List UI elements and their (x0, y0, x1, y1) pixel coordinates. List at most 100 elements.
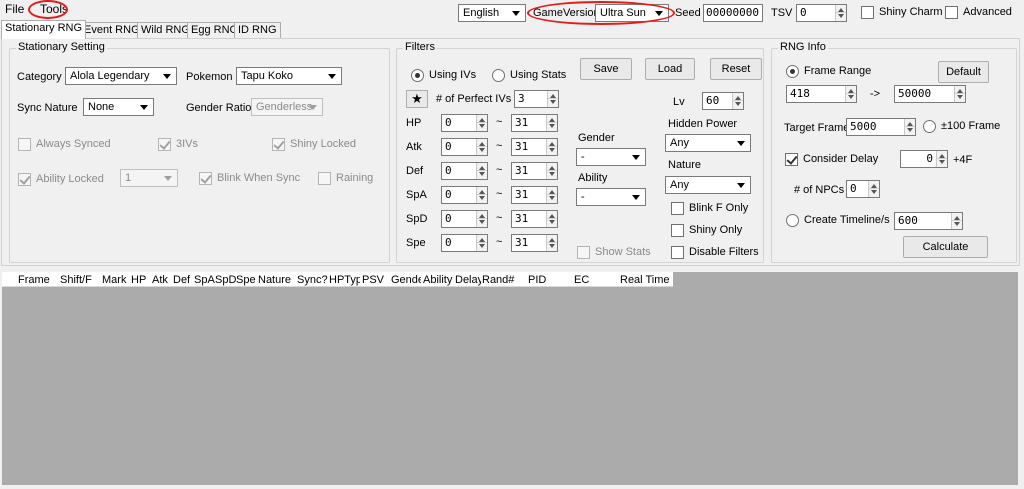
column-header[interactable]: PID (528, 274, 574, 286)
using-stats-radio[interactable]: Using Stats (492, 68, 566, 84)
checkbox-box[interactable] (785, 152, 798, 166)
spin-buttons[interactable] (954, 86, 965, 102)
range-start-stepper[interactable]: 418 (786, 85, 857, 103)
tab-stationary-rng[interactable]: Stationary RNG (1, 20, 87, 39)
lv-stepper[interactable]: 60 (702, 92, 744, 110)
seed-input[interactable]: 00000000 (703, 4, 763, 22)
radio-dot[interactable] (923, 119, 936, 133)
star-icon[interactable]: ★ (406, 90, 428, 108)
always-synced-checkbox[interactable]: Always Synced (18, 137, 111, 153)
frame-range-radio[interactable]: Frame Range (786, 64, 871, 80)
stat-max-stepper[interactable]: 31 (511, 186, 558, 204)
stat-max-stepper[interactable]: 31 (511, 234, 558, 252)
category-select[interactable]: Alola Legendary (65, 67, 177, 85)
spin-buttons[interactable] (476, 115, 487, 131)
column-header[interactable]: Frame (18, 274, 60, 286)
stat-max-stepper[interactable]: 31 (511, 162, 558, 180)
stat-min-stepper[interactable]: 0 (441, 138, 488, 156)
tab-id-rng[interactable]: ID RNG (234, 22, 281, 38)
column-header[interactable]: SpA (194, 274, 215, 286)
blink-f-only-checkbox[interactable]: Blink F Only (671, 201, 748, 217)
column-header[interactable]: Sync? (297, 274, 328, 286)
disable-filters-checkbox[interactable]: Disable Filters (671, 245, 759, 261)
checkbox-box[interactable] (577, 245, 590, 259)
checkbox-box[interactable] (18, 137, 31, 151)
column-header[interactable]: Atk (152, 274, 173, 286)
tsv-stepper[interactable]: 0 (796, 4, 847, 22)
perfect-ivs-stepper[interactable]: 3 (514, 90, 559, 108)
spin-buttons[interactable] (546, 163, 557, 179)
stat-min-stepper[interactable]: 0 (441, 234, 488, 252)
blink-when-sync-checkbox[interactable]: Blink When Sync (199, 171, 300, 187)
checkbox-box[interactable] (272, 137, 285, 151)
nature-select[interactable]: Any (665, 176, 751, 194)
spin-buttons[interactable] (546, 115, 557, 131)
column-header[interactable]: EC (574, 274, 620, 286)
stat-max-stepper[interactable]: 31 (511, 114, 558, 132)
raining-checkbox[interactable]: Raining (318, 171, 373, 187)
column-header[interactable]: Delay (455, 274, 481, 286)
shiny-only-checkbox[interactable]: Shiny Only (671, 223, 742, 239)
radio-dot[interactable] (492, 68, 505, 82)
checkbox-box[interactable] (18, 172, 31, 186)
spin-buttons[interactable] (732, 93, 743, 109)
consider-delay-checkbox[interactable]: Consider Delay (785, 152, 878, 168)
advanced-checkbox[interactable]: Advanced (945, 5, 1012, 21)
calculate-button[interactable]: Calculate (903, 236, 988, 258)
column-header[interactable]: SpD (215, 274, 236, 286)
npcs-stepper[interactable]: 0 (846, 180, 880, 198)
spin-buttons[interactable] (476, 187, 487, 203)
radio-dot[interactable] (786, 213, 799, 227)
checkbox-box[interactable] (158, 137, 171, 151)
spin-buttons[interactable] (546, 235, 557, 251)
create-timeline-radio[interactable]: Create Timeline/s (786, 213, 890, 229)
spin-buttons[interactable] (476, 139, 487, 155)
stat-min-stepper[interactable]: 0 (441, 162, 488, 180)
spin-buttons[interactable] (951, 213, 962, 229)
tab-wild-rng[interactable]: Wild RNG (137, 22, 194, 38)
gender-ratio-select[interactable]: Genderless (251, 98, 323, 116)
checkbox-box[interactable] (671, 245, 684, 259)
column-header[interactable]: Gender (391, 274, 421, 286)
spin-buttons[interactable] (868, 181, 879, 197)
show-stats-checkbox[interactable]: Show Stats (577, 245, 651, 261)
column-header[interactable]: Def (173, 274, 194, 286)
using-ivs-radio[interactable]: Using IVs (411, 68, 476, 84)
ability-select[interactable]: 1 (120, 169, 178, 187)
stat-max-stepper[interactable]: 31 (511, 138, 558, 156)
column-header[interactable]: Shift/F (60, 274, 102, 286)
sync-nature-select[interactable]: None (83, 98, 154, 116)
column-header[interactable]: Real Time (620, 274, 673, 286)
checkbox-box[interactable] (945, 5, 958, 19)
radio-dot[interactable] (411, 68, 424, 82)
column-header[interactable]: Spe (236, 274, 257, 286)
hidden-power-select[interactable]: Any (665, 134, 751, 152)
shiny-locked-checkbox[interactable]: Shiny Locked (272, 137, 356, 153)
spin-buttons[interactable] (546, 139, 557, 155)
language-select[interactable]: English (458, 4, 526, 22)
range-end-stepper[interactable]: 50000 (894, 85, 966, 103)
target-frame-stepper[interactable]: 5000 (846, 118, 916, 136)
pokemon-select[interactable]: Tapu Koko (236, 67, 342, 85)
checkbox-box[interactable] (861, 5, 874, 19)
spin-buttons[interactable] (546, 187, 557, 203)
gender-select[interactable]: - (576, 148, 646, 166)
stat-max-stepper[interactable]: 31 (511, 210, 558, 228)
checkbox-box[interactable] (671, 201, 684, 215)
shiny-charm-checkbox[interactable]: Shiny Charm (861, 5, 943, 21)
stat-min-stepper[interactable]: 0 (441, 210, 488, 228)
spin-buttons[interactable] (547, 91, 558, 107)
spin-buttons[interactable] (476, 211, 487, 227)
column-header[interactable]: HPType (329, 274, 360, 286)
checkbox-box[interactable] (199, 171, 212, 185)
spin-buttons[interactable] (936, 151, 947, 167)
ability-locked-checkbox[interactable]: Ability Locked (18, 172, 104, 188)
results-grid-body[interactable] (2, 287, 1018, 485)
spin-buttons[interactable] (476, 163, 487, 179)
spin-buttons[interactable] (835, 5, 846, 21)
stat-min-stepper[interactable]: 0 (441, 114, 488, 132)
ability-filter-select[interactable]: - (576, 188, 646, 206)
delay-stepper[interactable]: 0 (900, 150, 948, 168)
tab-event-rng[interactable]: Event RNG (80, 22, 144, 38)
timeline-stepper[interactable]: 600 (894, 212, 963, 230)
